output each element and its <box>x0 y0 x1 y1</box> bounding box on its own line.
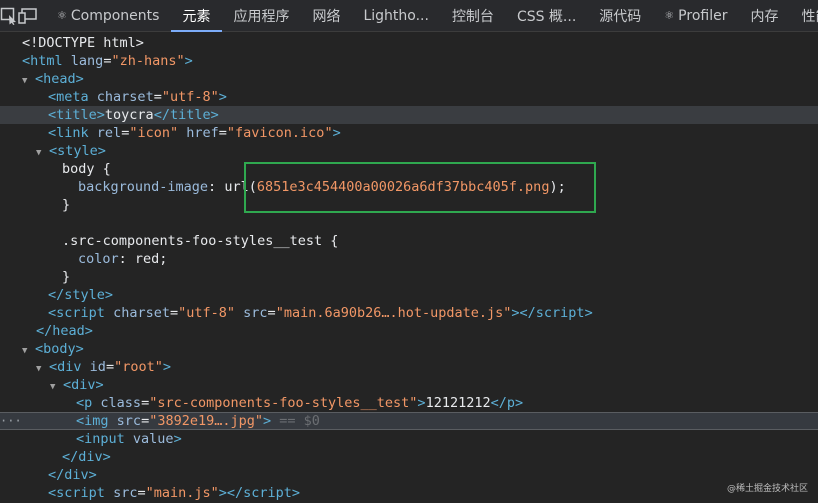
inspect-element-icon[interactable] <box>0 0 18 31</box>
tab-label: 源代码 <box>599 8 642 25</box>
watermark: @稀土掘金技术社区 <box>726 484 808 494</box>
tab-label: 性能 <box>801 8 818 25</box>
dom-node-div-root-close[interactable]: </div> <box>0 466 818 484</box>
dom-node-p[interactable]: <p class="src-components-foo-styles__tes… <box>0 394 818 412</box>
tab-label: 应用程序 <box>233 8 290 25</box>
dom-node-body[interactable]: ▼ <body> <box>0 340 818 358</box>
dom-node-style[interactable]: ▼ <style> <box>0 142 818 160</box>
tab-label: 控制台 <box>451 8 494 25</box>
devtools-tab-bar: ⚛ Components 元素 应用程序 网络 Lightho... 控制台 C… <box>0 0 818 32</box>
tab-components[interactable]: ⚛ Components <box>46 0 171 31</box>
tab-label: Components <box>70 7 160 24</box>
dom-node-script-hot-update[interactable]: <script charset="utf-8" src="main.6a90b2… <box>0 304 818 322</box>
dom-node-div-root[interactable]: ▼ <div id="root"> <box>0 358 818 376</box>
selected-node-marker: == $0 <box>279 413 320 429</box>
dom-node-input[interactable]: <input value> <box>0 430 818 448</box>
tab-label: Lightho... <box>363 7 429 24</box>
tab-css-overview[interactable]: CSS 概... <box>506 0 588 31</box>
dom-node-div-close[interactable]: </div> <box>0 448 818 466</box>
tab-label: 内存 <box>750 8 779 25</box>
more-actions-icon[interactable]: ··· <box>0 413 22 429</box>
dom-node-head[interactable]: ▼ <head> <box>0 70 818 88</box>
dom-node-meta[interactable]: <meta charset="utf-8"> <box>0 88 818 106</box>
dom-node-link[interactable]: <link rel="icon" href="favicon.ico"> <box>0 124 818 142</box>
annotation-highlight-box <box>244 162 596 213</box>
dom-node-html[interactable]: <html lang="zh-hans"> <box>0 52 818 70</box>
css-line-blank <box>0 214 818 232</box>
tab-label: 元素 <box>182 8 211 25</box>
dom-node-title[interactable]: <title>toycra</title> <box>0 106 818 124</box>
dom-node-style-close[interactable]: </style> <box>0 286 818 304</box>
device-toolbar-icon[interactable] <box>18 0 38 31</box>
tab-label: 网络 <box>312 8 341 25</box>
tab-label: Profiler <box>678 7 728 24</box>
tab-label: CSS 概... <box>516 8 577 25</box>
dom-node-div[interactable]: ▼ <div> <box>0 376 818 394</box>
dom-node-img-selected[interactable]: ··· <img src="3892e19….jpg"> == $0 <box>0 412 818 430</box>
css-line-color: color: red; <box>78 251 168 267</box>
tab-memory[interactable]: 内存 <box>739 0 790 31</box>
tab-application[interactable]: 应用程序 <box>222 0 301 31</box>
tab-sources[interactable]: 源代码 <box>588 0 653 31</box>
tab-profiler[interactable]: ⚛ Profiler <box>653 0 739 31</box>
css-line-selector: .src-components-foo-styles__test { <box>62 233 339 249</box>
css-line-close: } <box>62 269 71 285</box>
tab-console[interactable]: 控制台 <box>441 0 506 31</box>
react-icon: ⚛ <box>57 9 67 22</box>
dom-node-head-close[interactable]: </head> <box>0 322 818 340</box>
react-icon: ⚛ <box>664 9 675 22</box>
tab-elements[interactable]: 元素 <box>171 0 223 32</box>
devtools-window: ⚛ Components 元素 应用程序 网络 Lightho... 控制台 C… <box>0 0 818 503</box>
tab-lighthouse[interactable]: Lightho... <box>352 0 440 31</box>
dom-tree: <!DOCTYPE html> <html lang="zh-hans"> ▼ <… <box>0 34 818 502</box>
dom-node-doctype[interactable]: <!DOCTYPE html> <box>0 34 818 52</box>
tab-network[interactable]: 网络 <box>301 0 352 31</box>
dom-node-script-main[interactable]: <script src="main.js"></script> <box>0 484 818 502</box>
tab-performance[interactable]: 性能 <box>790 0 818 31</box>
